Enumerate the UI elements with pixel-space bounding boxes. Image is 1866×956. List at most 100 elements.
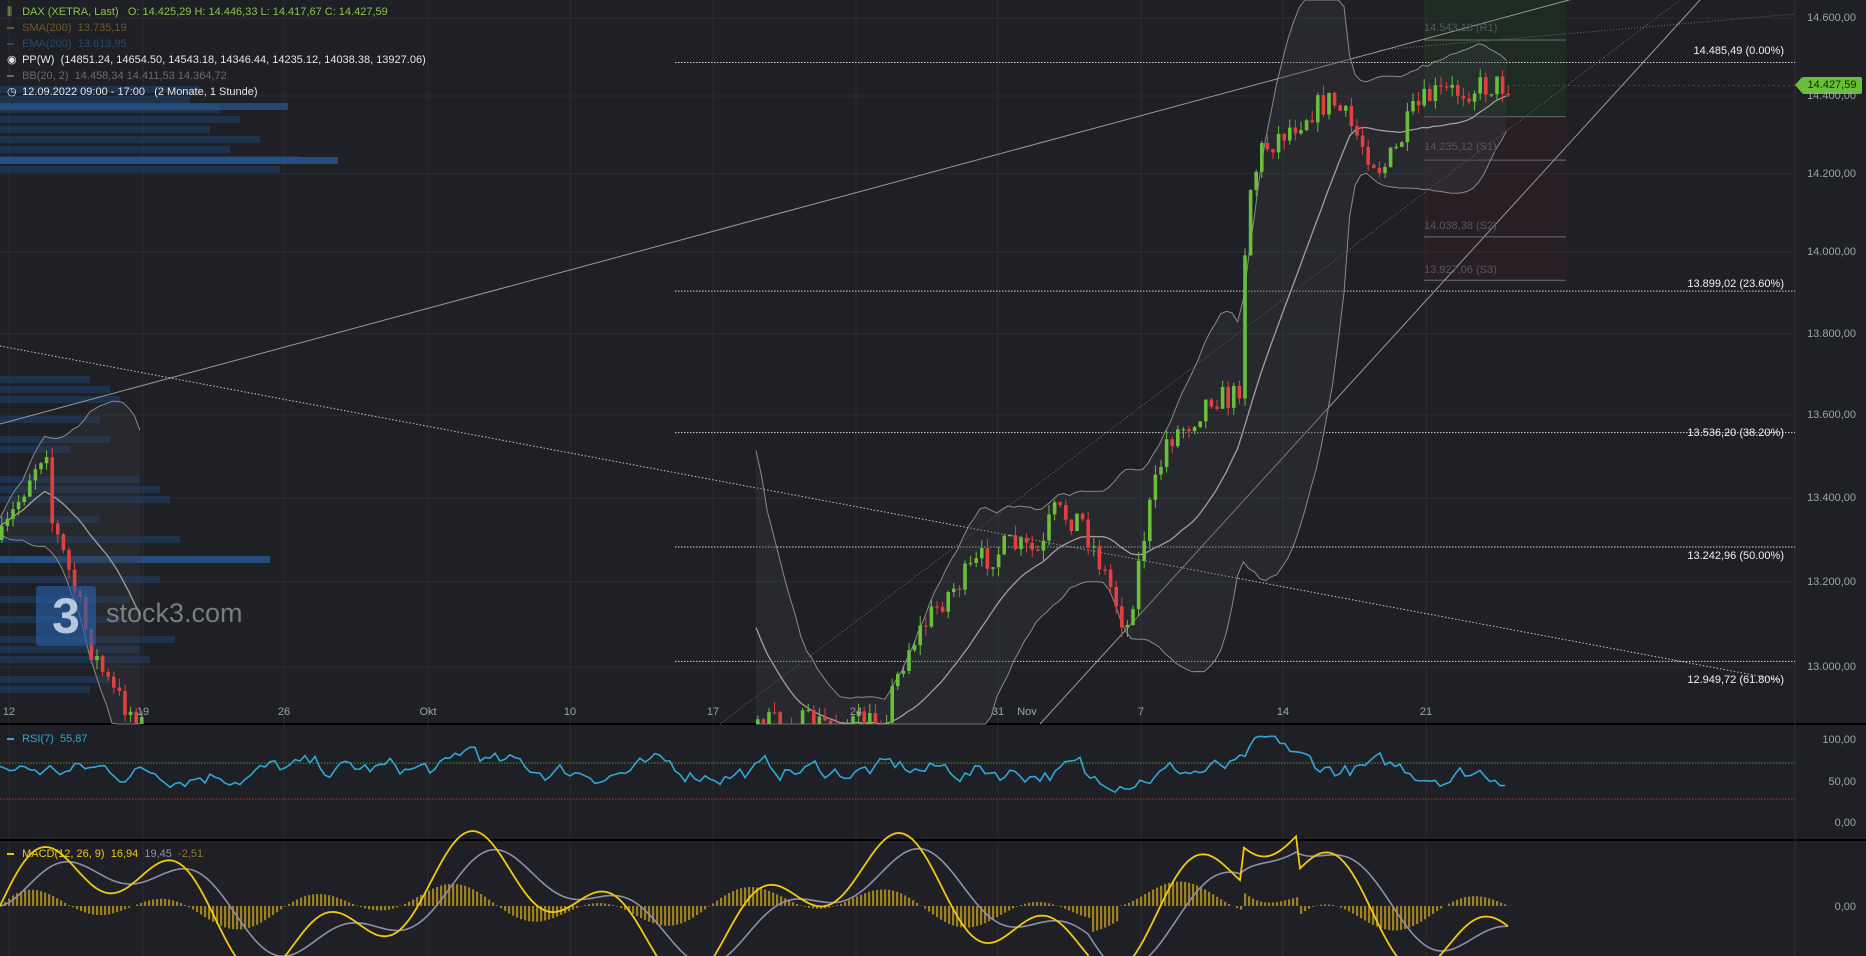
macd-histogram-bar	[852, 898, 855, 906]
macd-histogram-bar	[412, 899, 415, 906]
candle-body	[1400, 142, 1404, 147]
sma-legend[interactable]: SMA(200) 13.735,19	[7, 22, 127, 35]
candle-body	[1461, 95, 1466, 99]
macd-histogram-bar	[80, 906, 83, 912]
macd-histogram-bar	[1204, 889, 1207, 906]
macd-histogram-bar	[172, 900, 175, 906]
pivot-label: 14.038,38 (S2)	[1424, 220, 1497, 232]
macd-histogram-bar	[612, 905, 615, 906]
candle-body	[28, 480, 32, 497]
macd-histogram-bar	[896, 891, 899, 906]
macd-histogram-bar	[372, 906, 375, 911]
macd-histogram-bar	[184, 905, 187, 906]
macd-histogram-bar	[644, 906, 647, 920]
macd-histogram-bar	[1420, 906, 1423, 922]
macd-histogram-bar	[1024, 903, 1027, 906]
candle-body	[1243, 255, 1247, 399]
macd-histogram-bar	[1176, 881, 1179, 906]
candle-body	[1164, 439, 1169, 467]
chart-container[interactable]: ⫼ DAX (XETRA, Last) O: 14.425,29 H: 14.4…	[0, 0, 1866, 956]
macd-histogram-bar	[1428, 906, 1431, 917]
macd-histogram-bar	[832, 906, 835, 907]
macd-histogram-bar	[1200, 887, 1203, 906]
volume-profile-bar	[0, 103, 288, 110]
macd-histogram-bar	[484, 896, 487, 906]
macd-histogram-bar	[180, 903, 183, 906]
candle-body	[761, 719, 766, 724]
macd-hist-value: -2,51	[178, 848, 204, 860]
macd-histogram-bar	[836, 905, 839, 906]
macd-histogram-bar	[256, 906, 259, 925]
candle-body	[924, 625, 928, 627]
candle-body	[1467, 98, 1471, 102]
macd-histogram-bar	[632, 906, 635, 914]
candle-body	[1198, 421, 1202, 428]
macd-histogram-bar	[300, 897, 303, 906]
macd-histogram-bar	[592, 903, 595, 906]
macd-histogram-bar	[572, 906, 575, 910]
macd-histogram-bar	[276, 906, 279, 913]
macd-histogram-bar	[408, 901, 411, 906]
macd-histogram-bar	[676, 906, 679, 925]
macd-histogram-bar	[1248, 896, 1251, 906]
pivot-legend[interactable]: ◉ PP(W) (14851.24, 14654.50, 14543.18, 1…	[7, 54, 426, 67]
macd-histogram-bar	[1076, 906, 1079, 914]
rsi-legend[interactable]: RSI(7) 55,87	[7, 733, 88, 745]
macd-histogram-bar	[388, 906, 391, 910]
candle-body	[1187, 429, 1191, 432]
x-tick-label: 14	[1276, 706, 1290, 718]
pp-values: (14851.24, 14654.50, 14543.18, 14346.44,…	[60, 54, 426, 66]
rsi-swatch	[7, 738, 14, 741]
macd-histogram-bar	[360, 906, 363, 908]
bollinger-legend[interactable]: BB(20, 2) 14.458,34 14.411,53 14.364,72	[7, 70, 227, 83]
candle-body	[772, 712, 777, 714]
candle-body	[1349, 105, 1354, 127]
candle-body	[1069, 519, 1074, 532]
macd-histogram-bar	[716, 900, 719, 906]
macd-histogram-bar	[160, 898, 163, 906]
candle-body	[1355, 126, 1359, 136]
macd-histogram-bar	[728, 893, 731, 906]
y-tick-label: 14.400,00	[1807, 90, 1856, 102]
macd-histogram-bar	[948, 906, 951, 924]
y-tick-label: 14.600,00	[1807, 12, 1856, 24]
macd-histogram-bar	[1124, 904, 1127, 906]
macd-histogram-bar	[1016, 906, 1019, 907]
macd-histogram-bar	[796, 903, 799, 906]
macd-histogram-bar	[1296, 897, 1299, 906]
macd-histogram-bar	[664, 906, 667, 926]
macd-swatch	[7, 853, 14, 856]
volume-profile-bar	[0, 376, 90, 383]
instrument-ohlc-line: ⫼ DAX (XETRA, Last) O: 14.425,29 H: 14.4…	[7, 6, 388, 19]
macd-histogram-bar	[364, 906, 367, 909]
macd-histogram-bar	[1008, 906, 1011, 911]
macd-histogram-bar	[780, 896, 783, 906]
macd-histogram-bar	[968, 906, 971, 928]
macd-histogram-bar	[380, 906, 383, 911]
macd-histogram-bar	[1172, 882, 1175, 906]
macd-y-tick: 0,00	[1834, 901, 1856, 913]
chart-canvas[interactable]	[0, 0, 1866, 956]
macd-histogram-bar	[1304, 906, 1307, 912]
candle-body	[946, 592, 950, 612]
rsi-y-tick: 100,00	[1822, 734, 1856, 746]
macd-histogram-bar	[1048, 903, 1051, 906]
candle-body	[1377, 167, 1382, 174]
candle-body	[33, 469, 38, 481]
candle-body	[1108, 569, 1113, 588]
macd-histogram-bar	[768, 890, 771, 906]
macd-histogram-bar	[720, 897, 723, 906]
macd-histogram-bar	[1244, 893, 1247, 906]
macd-histogram-bar	[392, 906, 395, 909]
ema-legend[interactable]: EMA(200) 13.613,95	[7, 38, 127, 51]
x-tick-label: 17	[706, 706, 720, 718]
macd-histogram-bar	[140, 902, 143, 906]
macd-histogram-bar	[112, 906, 115, 914]
macd-histogram-bar	[988, 906, 991, 922]
macd-legend[interactable]: MACD(12, 26, 9) 16,94 19,45 -2,51	[7, 848, 203, 860]
macd-histogram-bar	[620, 906, 623, 909]
macd-histogram-bar	[1112, 906, 1115, 924]
candle-body	[1002, 535, 1006, 555]
macd-histogram-bar	[1276, 902, 1279, 906]
macd-label: MACD(12, 26, 9)	[22, 848, 105, 860]
